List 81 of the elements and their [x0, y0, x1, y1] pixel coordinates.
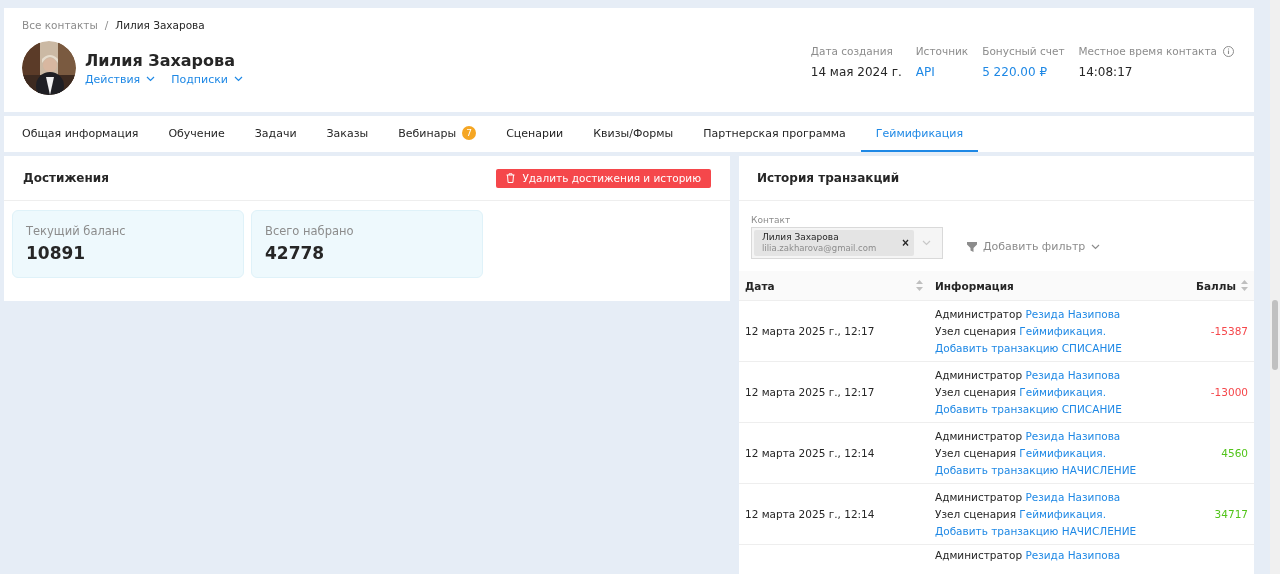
action-link[interactable]: Добавить транзакцию НАЧИСЛЕНИЕ: [935, 463, 1138, 477]
actor-link[interactable]: Резида Назипова: [1025, 491, 1121, 503]
stat-label: Всего набрано: [265, 224, 355, 238]
action-link[interactable]: Добавить транзакцию НАЧИСЛЕНИЕ: [935, 524, 1138, 538]
count-badge: 7: [462, 126, 477, 140]
field-value: 14 мая 2024 г.: [810, 65, 902, 79]
action-link[interactable]: Добавить транзакцию СПИСАНИЕ: [935, 402, 1138, 416]
caret-icon: [922, 240, 931, 246]
actor-line: Администратор Резида Назипова: [935, 490, 1122, 504]
actor-line: Администратор Резида Назипова: [935, 429, 1122, 443]
sort-icon[interactable]: [1241, 280, 1248, 291]
panel-title: Достижения: [23, 171, 109, 185]
tag-email: lilia.zakharova@gmail.com: [762, 243, 877, 254]
actor-link[interactable]: Резида Назипова: [1025, 369, 1121, 381]
stat-value: 42778: [265, 243, 326, 263]
tab[interactable]: Сценарии: [491, 116, 579, 152]
tab[interactable]: Обучение: [153, 116, 240, 152]
node-link[interactable]: Геймификация.: [1019, 447, 1106, 459]
tab[interactable]: Квизы/Формы: [578, 116, 689, 152]
field-value: 14:08:17: [1078, 65, 1134, 79]
contact-name: Лилия Захарова: [85, 50, 236, 70]
action-link[interactable]: Добавить транзакцию СПИСАНИЕ: [935, 341, 1138, 355]
dropdown-menu[interactable]: Подписки: [171, 72, 243, 86]
actor-line: Администратор Резида Назипова: [935, 549, 1121, 561]
node-line: Узел сценария Геймификация.: [935, 507, 1107, 521]
points-value: -13000: [1210, 386, 1248, 398]
add-filter-button[interactable]: Добавить фильтр: [967, 240, 1101, 253]
field-link[interactable]: 5 220.00 ₽: [982, 65, 1065, 79]
field-label: Контакт: [751, 215, 792, 225]
column-header: Баллы: [1196, 279, 1236, 292]
breadcrumb[interactable]: Все контакты: [22, 19, 98, 31]
field-label: Бонусный счет: [982, 45, 1065, 57]
panel-title: История транзакций: [757, 171, 900, 185]
actor-line: Администратор Резида Назипова: [935, 307, 1122, 321]
trash-icon: [506, 173, 516, 183]
actor-link[interactable]: Резида Назипова: [1025, 430, 1121, 442]
tab[interactable]: Задачи: [239, 116, 312, 152]
actor-link[interactable]: Резида Назипова: [1025, 308, 1121, 320]
date-cell: 12 марта 2025 г., 12:17: [745, 325, 875, 337]
tab[interactable]: Вебинары 7: [383, 116, 492, 152]
date-cell: 12 марта 2025 г., 12:14: [745, 508, 875, 520]
stat-value: 10891: [26, 243, 87, 263]
node-line: Узел сценария Геймификация.: [935, 385, 1107, 399]
node-line: Узел сценария Геймификация.: [935, 324, 1107, 338]
remove-button[interactable]: ×: [902, 236, 909, 250]
node-link[interactable]: Геймификация.: [1019, 325, 1106, 337]
field-label: Местное время контакта: [1078, 45, 1217, 57]
column-header: Дата: [745, 279, 775, 292]
filter-icon: [967, 241, 977, 252]
date-cell: 12 марта 2025 г., 12:17: [745, 386, 875, 398]
breadcrumb-separator: /: [104, 19, 109, 31]
tab[interactable]: Геймификация: [860, 116, 979, 152]
tab[interactable]: Заказы: [311, 116, 384, 152]
contact-select[interactable]: Лилия Захарова lilia.zakharova@gmail.com ×: [751, 227, 943, 259]
date-cell: 12 марта 2025 г., 12:14: [745, 447, 875, 459]
node-link[interactable]: Геймификация.: [1019, 508, 1106, 520]
info-icon[interactable]: [1223, 45, 1234, 57]
breadcrumb: Лилия Захарова: [115, 19, 205, 31]
node-link[interactable]: Геймификация.: [1019, 386, 1106, 398]
caret-icon: [234, 76, 243, 82]
field-label: Источник: [915, 45, 969, 57]
points-value: 4560: [1221, 447, 1248, 459]
tab[interactable]: Партнерская программа: [688, 116, 861, 152]
field-label: Дата создания: [810, 45, 893, 57]
tag-name: Лилия Захарова: [762, 232, 840, 243]
dropdown-menu[interactable]: Действия: [85, 72, 156, 86]
actor-line: Администратор Резида Назипова: [935, 368, 1122, 382]
field-link[interactable]: API: [915, 65, 969, 79]
caret-icon: [146, 76, 156, 82]
sort-icon[interactable]: [916, 280, 923, 291]
delete-button[interactable]: Удалить достижения и историю: [496, 168, 711, 188]
points-value: 34717: [1214, 508, 1248, 520]
scrollbar-thumb[interactable]: [1272, 300, 1278, 370]
column-header: Информация: [935, 279, 1014, 292]
scrollbar[interactable]: [1270, 0, 1280, 574]
node-line: Узел сценария Геймификация.: [935, 446, 1107, 460]
stat-label: Текущий баланс: [26, 224, 127, 238]
actor-link[interactable]: Резида Назипова: [1025, 549, 1121, 561]
tab[interactable]: Общая информация: [7, 116, 154, 152]
caret-icon: [1091, 243, 1101, 250]
points-value: -15387: [1210, 325, 1248, 337]
